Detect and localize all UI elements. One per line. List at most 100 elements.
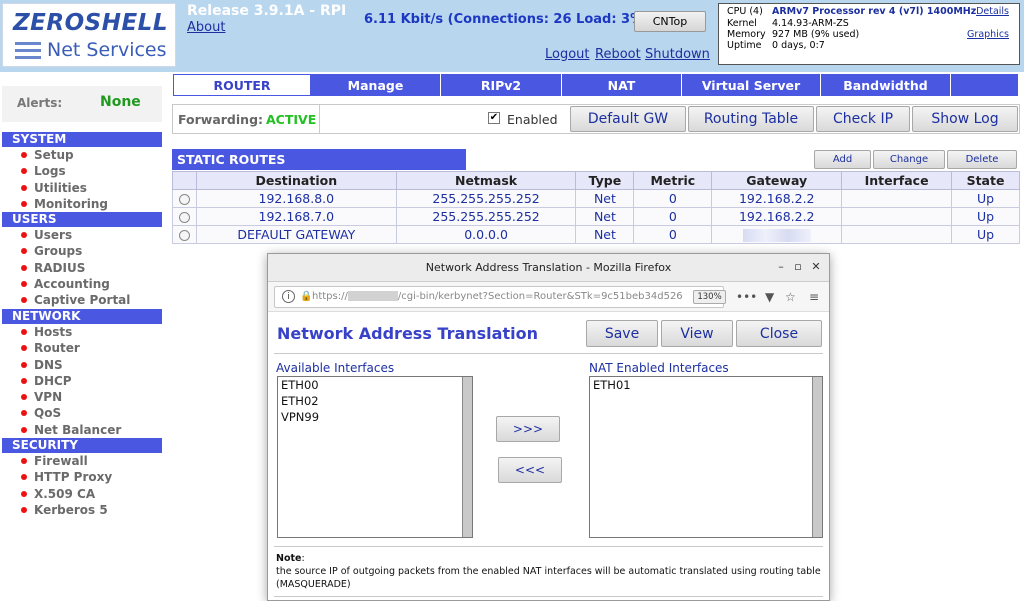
bullet-icon [21, 152, 27, 158]
sidebar-item-radius[interactable]: RADIUS [2, 260, 162, 276]
bullet-icon [21, 458, 27, 464]
table-row[interactable]: 192.168.8.0 255.255.255.252 Net 0 192.16… [172, 189, 1020, 208]
close-icon[interactable]: ✕ [808, 259, 824, 275]
column-header: Netmask [395, 171, 577, 190]
enabled-checkbox[interactable]: ✔ [488, 112, 500, 124]
sidebar-item-vpn[interactable]: VPN [2, 389, 162, 405]
sidebar-item-monitoring[interactable]: Monitoring [2, 196, 162, 212]
bullet-icon [21, 361, 27, 368]
sidebar-item-kerberos[interactable]: Kerberos 5 [2, 502, 162, 518]
sidebar-item-router[interactable]: Router [2, 340, 162, 356]
divider [274, 596, 823, 597]
nat-enabled-interfaces-list[interactable]: ETH01 [589, 376, 823, 538]
row-radio[interactable] [178, 212, 190, 223]
graphics-link[interactable]: Graphics [967, 29, 1009, 40]
url-input[interactable]: i 🔒 https:///cgi-bin/kerbynet?Section=Ro… [274, 286, 726, 308]
save-button[interactable]: Save [586, 320, 658, 347]
row-select-cell[interactable] [172, 189, 197, 208]
tab-virtual-server[interactable]: Virtual Server [682, 74, 821, 96]
reboot-link[interactable]: Reboot [595, 47, 641, 62]
row-select-cell[interactable] [172, 225, 197, 244]
available-interfaces-list[interactable]: ETH00 ETH02 VPN99 [277, 376, 473, 538]
nat-title: Network Address Translation [277, 324, 538, 343]
view-button[interactable]: View [661, 320, 733, 347]
cntop-button[interactable]: CNTop [634, 11, 706, 32]
traffic-status: 6.11 Kbit/s (Connections: 26 Load: 3%) [364, 12, 650, 27]
sidebar-item-x509-ca[interactable]: X.509 CA [2, 486, 162, 502]
sidebar-item-net-balancer[interactable]: Net Balancer [2, 422, 162, 438]
row-radio[interactable] [178, 194, 190, 205]
interface-cell [841, 207, 953, 226]
divider [319, 105, 320, 133]
tab-manage[interactable]: Manage [311, 74, 441, 96]
tab-router[interactable]: ROUTER [173, 74, 311, 96]
bookmark-star-icon[interactable]: ☆ [785, 290, 796, 304]
about-link[interactable]: About [187, 20, 225, 35]
scrollbar[interactable] [462, 377, 472, 537]
routing-table-button[interactable]: Routing Table [688, 106, 814, 132]
pocket-icon[interactable]: ▼ [765, 290, 774, 304]
sidebar-item-accounting[interactable]: Accounting [2, 276, 162, 292]
more-icon[interactable]: ••• [736, 290, 757, 304]
tab-ripv2[interactable]: RIPv2 [441, 74, 562, 96]
cpu-label: CPU (4) [727, 6, 763, 17]
sidebar-item-firewall[interactable]: Firewall [2, 453, 162, 469]
bullet-icon [21, 426, 27, 433]
sidebar-network: NETWORK Hosts Router DNS DHCP VPN QoS Ne… [2, 309, 162, 438]
alerts-label: Alerts: [17, 96, 63, 110]
row-radio[interactable] [178, 230, 190, 241]
minimize-icon[interactable]: – [773, 259, 789, 275]
bullet-icon [21, 345, 27, 352]
change-route-button[interactable]: Change [873, 150, 945, 169]
window-titlebar[interactable]: Network Address Translation - Mozilla Fi… [268, 254, 829, 282]
type-cell: Net [575, 189, 635, 208]
destination-cell: 192.168.7.0 [195, 207, 397, 226]
zoom-level[interactable]: 130% [693, 290, 726, 304]
menu-icon[interactable]: ≡ [809, 290, 819, 304]
list-item[interactable]: ETH00 [278, 377, 472, 393]
delete-route-button[interactable]: Delete [947, 150, 1017, 169]
add-route-button[interactable]: Add [814, 150, 871, 169]
sidebar-item-dns[interactable]: DNS [2, 357, 162, 373]
default-gw-button[interactable]: Default GW [570, 106, 686, 132]
list-item[interactable]: ETH01 [590, 377, 822, 393]
sidebar-item-http-proxy[interactable]: HTTP Proxy [2, 469, 162, 485]
bullet-icon [21, 410, 27, 417]
close-button[interactable]: Close [736, 320, 822, 347]
info-icon[interactable]: i [282, 290, 295, 303]
sidebar-item-users[interactable]: Users [2, 227, 162, 243]
maximize-icon[interactable]: ▫ [790, 259, 806, 275]
window-title: Network Address Translation - Mozilla Fi… [425, 261, 672, 274]
list-item[interactable]: VPN99 [278, 409, 472, 425]
sidebar-item-logs[interactable]: Logs [2, 163, 162, 179]
tab-nat[interactable]: NAT [562, 74, 682, 96]
logout-link[interactable]: Logout [545, 47, 590, 62]
row-select-cell[interactable] [172, 207, 197, 226]
remove-interface-button[interactable]: <<< [498, 457, 562, 483]
redacted-host [347, 291, 398, 301]
sidebar-item-hosts[interactable]: Hosts [2, 324, 162, 340]
sidebar-item-utilities[interactable]: Utilities [2, 180, 162, 196]
table-row[interactable]: 192.168.7.0 255.255.255.252 Net 0 192.16… [172, 207, 1020, 226]
sidebar-item-qos[interactable]: QoS [2, 405, 162, 421]
scrollbar[interactable] [812, 377, 822, 537]
shutdown-link[interactable]: Shutdown [645, 47, 710, 62]
sidebar-item-captive-portal[interactable]: Captive Portal [2, 292, 162, 308]
sidebar-item-setup[interactable]: Setup [2, 147, 162, 163]
check-ip-button[interactable]: Check IP [816, 106, 910, 132]
list-item[interactable]: ETH02 [278, 393, 472, 409]
show-log-button[interactable]: Show Log [912, 106, 1018, 132]
interface-cell [841, 225, 953, 244]
details-link[interactable]: Details [976, 6, 1009, 17]
tab-bandwidthd[interactable]: Bandwidthd [821, 74, 951, 96]
add-interface-button[interactable]: >>> [496, 416, 560, 442]
sidebar-item-groups[interactable]: Groups [2, 243, 162, 259]
sidebar-item-dhcp[interactable]: DHCP [2, 373, 162, 389]
table-row[interactable]: DEFAULT GATEWAY 0.0.0.0 Net 0 Up [172, 225, 1020, 244]
sidebar-header-users: USERS [2, 212, 162, 227]
lock-icon: 🔒 [300, 291, 313, 302]
bullet-icon [21, 297, 27, 304]
kernel-label: Kernel [727, 18, 757, 29]
sidebar-users: USERS Users Groups RADIUS Accounting Cap… [2, 212, 162, 308]
nat-popup-window: Network Address Translation - Mozilla Fi… [267, 253, 830, 601]
